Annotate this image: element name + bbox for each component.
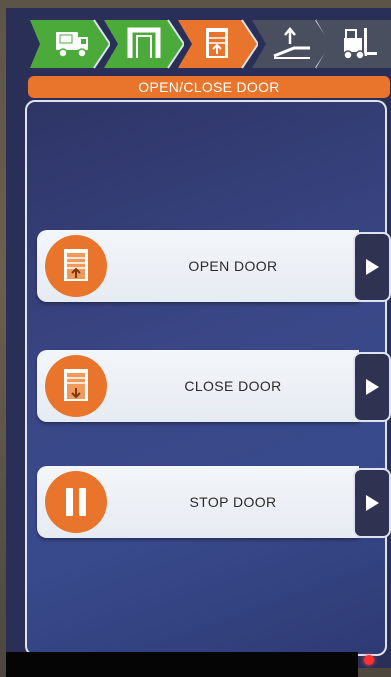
close-door-button[interactable]: CLOSE DOOR — [37, 350, 359, 422]
power-led-icon — [364, 655, 374, 665]
door-control-panel: OPEN DOOR CLOSE DOOR STOP DOOR — [25, 100, 391, 656]
stop-door-button[interactable]: STOP DOOR — [37, 466, 359, 538]
step-forklift[interactable] — [316, 12, 391, 76]
stop-door-go-button[interactable] — [353, 468, 391, 538]
bottom-status-strip — [6, 652, 358, 677]
open-door-button[interactable]: OPEN DOOR — [37, 230, 359, 302]
pause-icon — [45, 471, 107, 533]
touch-screen: OPEN/CLOSE DOOR OPEN DOOR CLOSE DOOR STO… — [6, 8, 391, 668]
play-arrow-icon — [366, 259, 379, 275]
open-door-go-button[interactable] — [353, 232, 391, 302]
step-door-frame[interactable] — [104, 12, 184, 76]
play-arrow-icon — [366, 495, 379, 511]
door-open-icon — [45, 235, 107, 297]
open-door-row: OPEN DOOR — [37, 230, 391, 302]
open-door-label: OPEN DOOR — [188, 258, 278, 274]
close-door-row: CLOSE DOOR — [37, 350, 391, 422]
play-arrow-icon — [366, 379, 379, 395]
roller-door-icon — [206, 28, 228, 58]
close-door-go-button[interactable] — [353, 352, 391, 422]
door-close-icon — [45, 355, 107, 417]
page-title: OPEN/CLOSE DOOR — [28, 76, 390, 98]
step-open-close-door[interactable] — [178, 12, 258, 76]
step-delivery-truck[interactable] — [30, 12, 110, 76]
close-door-label: CLOSE DOOR — [184, 378, 282, 394]
process-steps-bar — [6, 12, 391, 76]
stop-door-label: STOP DOOR — [189, 494, 277, 510]
stop-door-row: STOP DOOR — [37, 466, 391, 538]
